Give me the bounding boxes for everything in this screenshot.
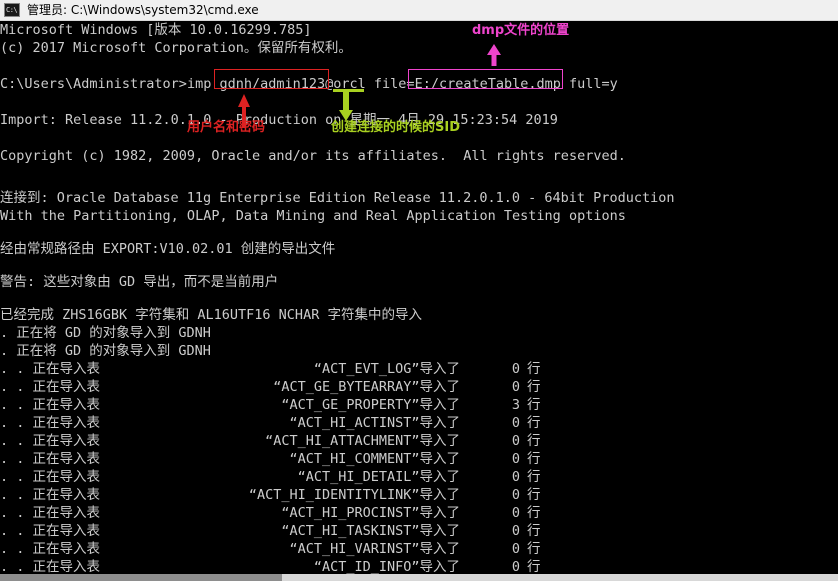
horizontal-scrollbar-thumb[interactable] [0, 574, 282, 581]
cmd-window: 管理员: C:\Windows\system32\cmd.exe Microso… [0, 0, 838, 581]
command-full-param: full=y [560, 76, 618, 92]
annotation-credentials-label: 用户名和密码 [187, 120, 266, 135]
console-line: Import: Release 11.2.0.1.0 - Production … [0, 112, 558, 128]
import-row-unit: 行 [527, 397, 541, 413]
import-row-prefix: . . 正在导入表 [0, 361, 101, 377]
annotation-dmp-location-arrow [487, 44, 501, 66]
console-line: Microsoft Windows [版本 10.0.16299.785] [0, 22, 312, 38]
console-line: . 正在将 GD 的对象导入到 GDNH [0, 343, 211, 359]
import-row-unit: 行 [527, 505, 541, 521]
import-row-table-name: “ACT_HI_IDENTITYLINK”导入了 [248, 487, 460, 503]
import-row-prefix: . . 正在导入表 [0, 397, 101, 413]
window-title: 管理员: C:\Windows\system32\cmd.exe [27, 3, 259, 17]
console-line: 警告: 这些对象由 GD 导出，而不是当前用户 [0, 274, 279, 290]
import-row-count: 0 [511, 487, 520, 503]
console-line: 连接到: Oracle Database 11g Enterprise Edit… [0, 190, 675, 206]
console-line: 已经完成 ZHS16GBK 字符集和 AL16UTF16 NCHAR 字符集中的… [0, 307, 422, 323]
cmd-icon [4, 3, 20, 18]
import-row-prefix: . . 正在导入表 [0, 505, 101, 521]
import-row-table-name: “ACT_HI_VARINST”导入了 [289, 541, 460, 557]
import-row-prefix: . . 正在导入表 [0, 523, 101, 539]
import-row-count: 0 [511, 379, 520, 395]
import-row-count: 0 [511, 433, 520, 449]
import-row-count: 0 [511, 559, 520, 574]
import-row-unit: 行 [527, 379, 541, 395]
import-row-count: 0 [511, 523, 520, 539]
console-line: . 正在将 GD 的对象导入到 GDNH [0, 325, 211, 341]
import-row-table-name: “ACT_HI_PROCINST”导入了 [281, 505, 460, 521]
import-row-table-name: “ACT_ID_INFO”导入了 [313, 559, 460, 574]
import-row-unit: 行 [527, 487, 541, 503]
import-row-count: 0 [511, 361, 520, 377]
import-row-unit: 行 [527, 541, 541, 557]
import-row-count: 0 [511, 469, 520, 485]
import-row-table-name: “ACT_HI_TASKINST”导入了 [281, 523, 460, 539]
import-row-prefix: . . 正在导入表 [0, 559, 101, 574]
console-line: (c) 2017 Microsoft Corporation。保留所有权利。 [0, 40, 352, 56]
import-row-unit: 行 [527, 361, 541, 377]
console-line: 经由常规路径由 EXPORT:V10.02.01 创建的导出文件 [0, 241, 336, 257]
import-row-unit: 行 [527, 415, 541, 431]
import-row-table-name: “ACT_HI_ATTACHMENT”导入了 [265, 433, 460, 449]
import-row-prefix: . . 正在导入表 [0, 469, 101, 485]
import-row-prefix: . . 正在导入表 [0, 541, 101, 557]
import-row-table-name: “ACT_GE_BYTEARRAY”导入了 [273, 379, 460, 395]
import-row-table-name: “ACT_HI_ACTINST”导入了 [289, 415, 460, 431]
import-row-table-name: “ACT_HI_COMMENT”导入了 [289, 451, 460, 467]
import-row-unit: 行 [527, 451, 541, 467]
import-row-table-name: “ACT_HI_DETAIL”导入了 [297, 469, 460, 485]
import-row-unit: 行 [527, 559, 541, 574]
horizontal-scrollbar[interactable] [0, 574, 838, 581]
command-prompt: C:\Users\Administrator> [0, 76, 187, 92]
annotation-credentials-box [214, 69, 329, 89]
import-row-prefix: . . 正在导入表 [0, 487, 101, 503]
import-row-prefix: . . 正在导入表 [0, 433, 101, 449]
import-row-prefix: . . 正在导入表 [0, 451, 101, 467]
import-row-prefix: . . 正在导入表 [0, 379, 101, 395]
import-row-count: 0 [511, 541, 520, 557]
console-output[interactable]: Microsoft Windows [版本 10.0.16299.785] (c… [0, 21, 838, 574]
import-row-count: 3 [511, 397, 520, 413]
import-row-count: 0 [511, 415, 520, 431]
annotation-sid-label: 创建连接的时候的SID [331, 120, 460, 135]
command-program: imp [186, 76, 212, 92]
import-row-prefix: . . 正在导入表 [0, 415, 101, 431]
annotation-sid-arrow [339, 92, 353, 121]
console-line: Copyright (c) 1982, 2009, Oracle and/or … [0, 148, 626, 164]
console-line: With the Partitioning, OLAP, Data Mining… [0, 208, 626, 224]
title-bar: 管理员: C:\Windows\system32\cmd.exe [0, 0, 838, 21]
annotation-dmp-location-label: dmp文件的位置 [472, 23, 570, 38]
import-row-unit: 行 [527, 523, 541, 539]
import-row-table-name: “ACT_EVT_LOG”导入了 [313, 361, 460, 377]
import-row-unit: 行 [527, 469, 541, 485]
import-row-unit: 行 [527, 433, 541, 449]
import-row-table-name: “ACT_GE_PROPERTY”导入了 [281, 397, 460, 413]
import-row-count: 0 [511, 451, 520, 467]
import-row-count: 0 [511, 505, 520, 521]
annotation-dmp-location-box [408, 69, 563, 89]
